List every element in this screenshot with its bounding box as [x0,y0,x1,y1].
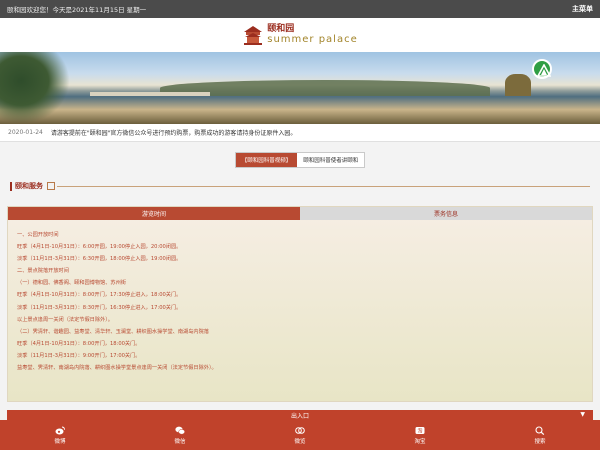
seventeen-arch-bridge [90,92,210,96]
heading-accent-bar [10,181,12,191]
nav-label: 微览 [294,438,306,445]
weilan-icon [295,426,305,434]
info-line: 一、公园开放时间 [17,232,59,238]
palace-logo-icon [244,26,263,45]
nav-wechat[interactable]: 微信 [120,420,240,450]
logo-chinese: 颐和园 [267,23,295,34]
search-icon [535,425,545,435]
info-line: （一）德和园、佛香阁、颐和园博物馆、苏州街 [17,280,126,287]
bottom-nav: 微博 微信 微览 淘 淘宝 搜索 [0,420,600,450]
site-header: 颐和园 summer palace [0,18,600,52]
tab-ticket-info[interactable]: 票务信息 [300,207,592,220]
nav-search[interactable]: 搜索 [480,420,600,450]
nav-taobao[interactable]: 淘 淘宝 [360,420,480,450]
banner-image [0,52,600,124]
info-line: （二）霁清轩、谐趣园、益寿堂、清华轩、玉澜堂、耕织图水操学堂、南湖岛内院落 [17,328,209,335]
wechat-icon [175,426,185,434]
welcome-text: 颐和园欢迎您！今天是2021年11月15日 星期一 [7,6,147,14]
main-menu-button[interactable]: 主菜单 [572,4,593,14]
tab-visit-time[interactable]: 游览时间 [8,207,300,220]
notice-text[interactable]: 请游客提前在"颐和园"官方微信公众号进行预约购票，购票成功的游客请持身份证原件入… [51,128,297,137]
section-heading: 颐和服务 [0,178,600,194]
ornament-icon [47,182,55,190]
tab-science-video[interactable]: 【颐和园科普视频】 [235,153,298,167]
tree-badge-icon[interactable] [532,59,552,79]
nav-label: 淘宝 [414,438,426,445]
nav-weilan[interactable]: 微览 [240,420,360,450]
taobao-icon: 淘 [415,426,425,434]
info-line: 淡季（11月1日-3月31日）：9:00开门，17:00关门。 [17,352,141,359]
info-line: 淡季（11月1日-3月31日）：6:30开园，18:00停止入园，19:00闭园… [17,256,182,263]
nav-weibo[interactable]: 微博 [0,420,120,450]
heading-divider [57,185,590,187]
info-line: 旺季（4月1日-10月31日）：8:00开门，17:30停止进入，18:00关门… [17,292,182,299]
info-line: 益寿堂、霁清轩、南湖岛内院落、耕织图水操学堂景点逢周一关闭（法定节假日除外）。 [17,365,217,372]
info-line: 二、景点院落开放时间 [17,268,69,275]
nav-label: 微信 [174,438,186,445]
entrance-label: 出入口 [290,412,309,420]
top-bar: 颐和园欢迎您！今天是2021年11月15日 星期一 主菜单 [0,0,600,18]
willow-trees [0,52,70,124]
notice-date: 2020-01-24 [8,129,43,136]
service-tabs: 游览时间 票务信息 [8,207,592,220]
logo[interactable]: 颐和园 summer palace [242,24,358,46]
info-line: 旺季（4月1日-10月31日）：8:00开门，18:00关门。 [17,340,141,347]
service-panel: 游览时间 票务信息 一、公园开放时间 旺季（4月1日-10月31日）：6:00开… [7,206,593,402]
entrance-bar[interactable]: 出入口 ▼ [7,410,593,420]
info-line: 淡季（11月1日-3月31日）：8:30开门，16:30停止进入，17:00关门… [17,304,182,311]
logo-english: summer palace [267,34,358,46]
section-title: 颐和服务 [15,182,43,190]
chevron-down-icon[interactable]: ▼ [580,411,585,418]
info-line: 以上景点逢周一关闭（法定节假日除外）。 [17,316,113,323]
video-tabs: 【颐和园科普视频】 颐和园科普使者讲颐和 [234,152,366,168]
nav-label: 搜索 [534,438,546,445]
notice-bar: 2020-01-24 请游客提前在"颐和园"官方微信公众号进行预约购票，购票成功… [0,124,600,142]
hill-pagoda [505,74,531,96]
tab-science-envoy[interactable]: 颐和园科普使者讲颐和 [297,153,364,167]
weibo-icon [55,426,65,434]
info-line: 旺季（4月1日-10月31日）：6:00开园，19:00停止入园，20:00闭园… [17,244,182,251]
nav-label: 微博 [54,438,66,445]
svg-text:淘: 淘 [417,427,422,434]
visit-time-content: 一、公园开放时间 旺季（4月1日-10月31日）：6:00开园，19:00停止入… [8,220,592,383]
video-tabs-row: 【颐和园科普视频】 颐和园科普使者讲颐和 [0,142,600,178]
